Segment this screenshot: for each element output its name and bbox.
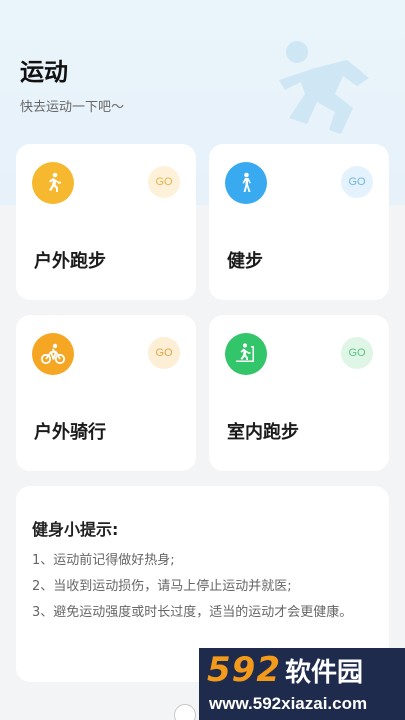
home-indicator[interactable] xyxy=(174,704,196,720)
go-button[interactable]: GO xyxy=(341,337,373,369)
card-label: 户外骑行 xyxy=(34,422,106,443)
watermark-number: 592 xyxy=(207,650,281,690)
tips-title: 健身小提示: xyxy=(32,520,119,539)
tip-item: 1、运动前记得做好热身; xyxy=(32,553,175,568)
walking-icon xyxy=(225,162,267,204)
treadmill-icon xyxy=(225,333,267,375)
cycling-icon xyxy=(32,333,74,375)
page-title: 运动 xyxy=(20,58,68,86)
go-button[interactable]: GO xyxy=(148,166,180,198)
card-indoor-running[interactable]: GO 室内跑步 xyxy=(209,315,389,471)
card-outdoor-running[interactable]: GO 户外跑步 xyxy=(16,144,196,300)
watermark-logo: 592 软件园 xyxy=(207,650,363,690)
card-label: 健步 xyxy=(227,251,263,272)
running-icon xyxy=(32,162,74,204)
watermark-url: www.592xiazai.com xyxy=(209,694,368,713)
card-walking[interactable]: GO 健步 xyxy=(209,144,389,300)
watermark-name: 软件园 xyxy=(284,658,363,688)
runner-illustration-icon xyxy=(279,41,369,134)
card-outdoor-cycling[interactable]: GO 户外骑行 xyxy=(16,315,196,471)
go-button[interactable]: GO xyxy=(341,166,373,198)
card-label: 户外跑步 xyxy=(34,251,106,272)
page-subtitle: 快去运动一下吧～ xyxy=(20,100,125,115)
go-button[interactable]: GO xyxy=(148,337,180,369)
tip-item: 2、当收到运动损伤，请马上停止运动并就医; xyxy=(32,579,292,594)
site-watermark: 592 软件园 www.592xiazai.com xyxy=(199,648,405,720)
card-label: 室内跑步 xyxy=(227,422,299,443)
tip-item: 3、避免运动强度或时长过度，适当的运动才会更健康。 xyxy=(32,605,353,620)
